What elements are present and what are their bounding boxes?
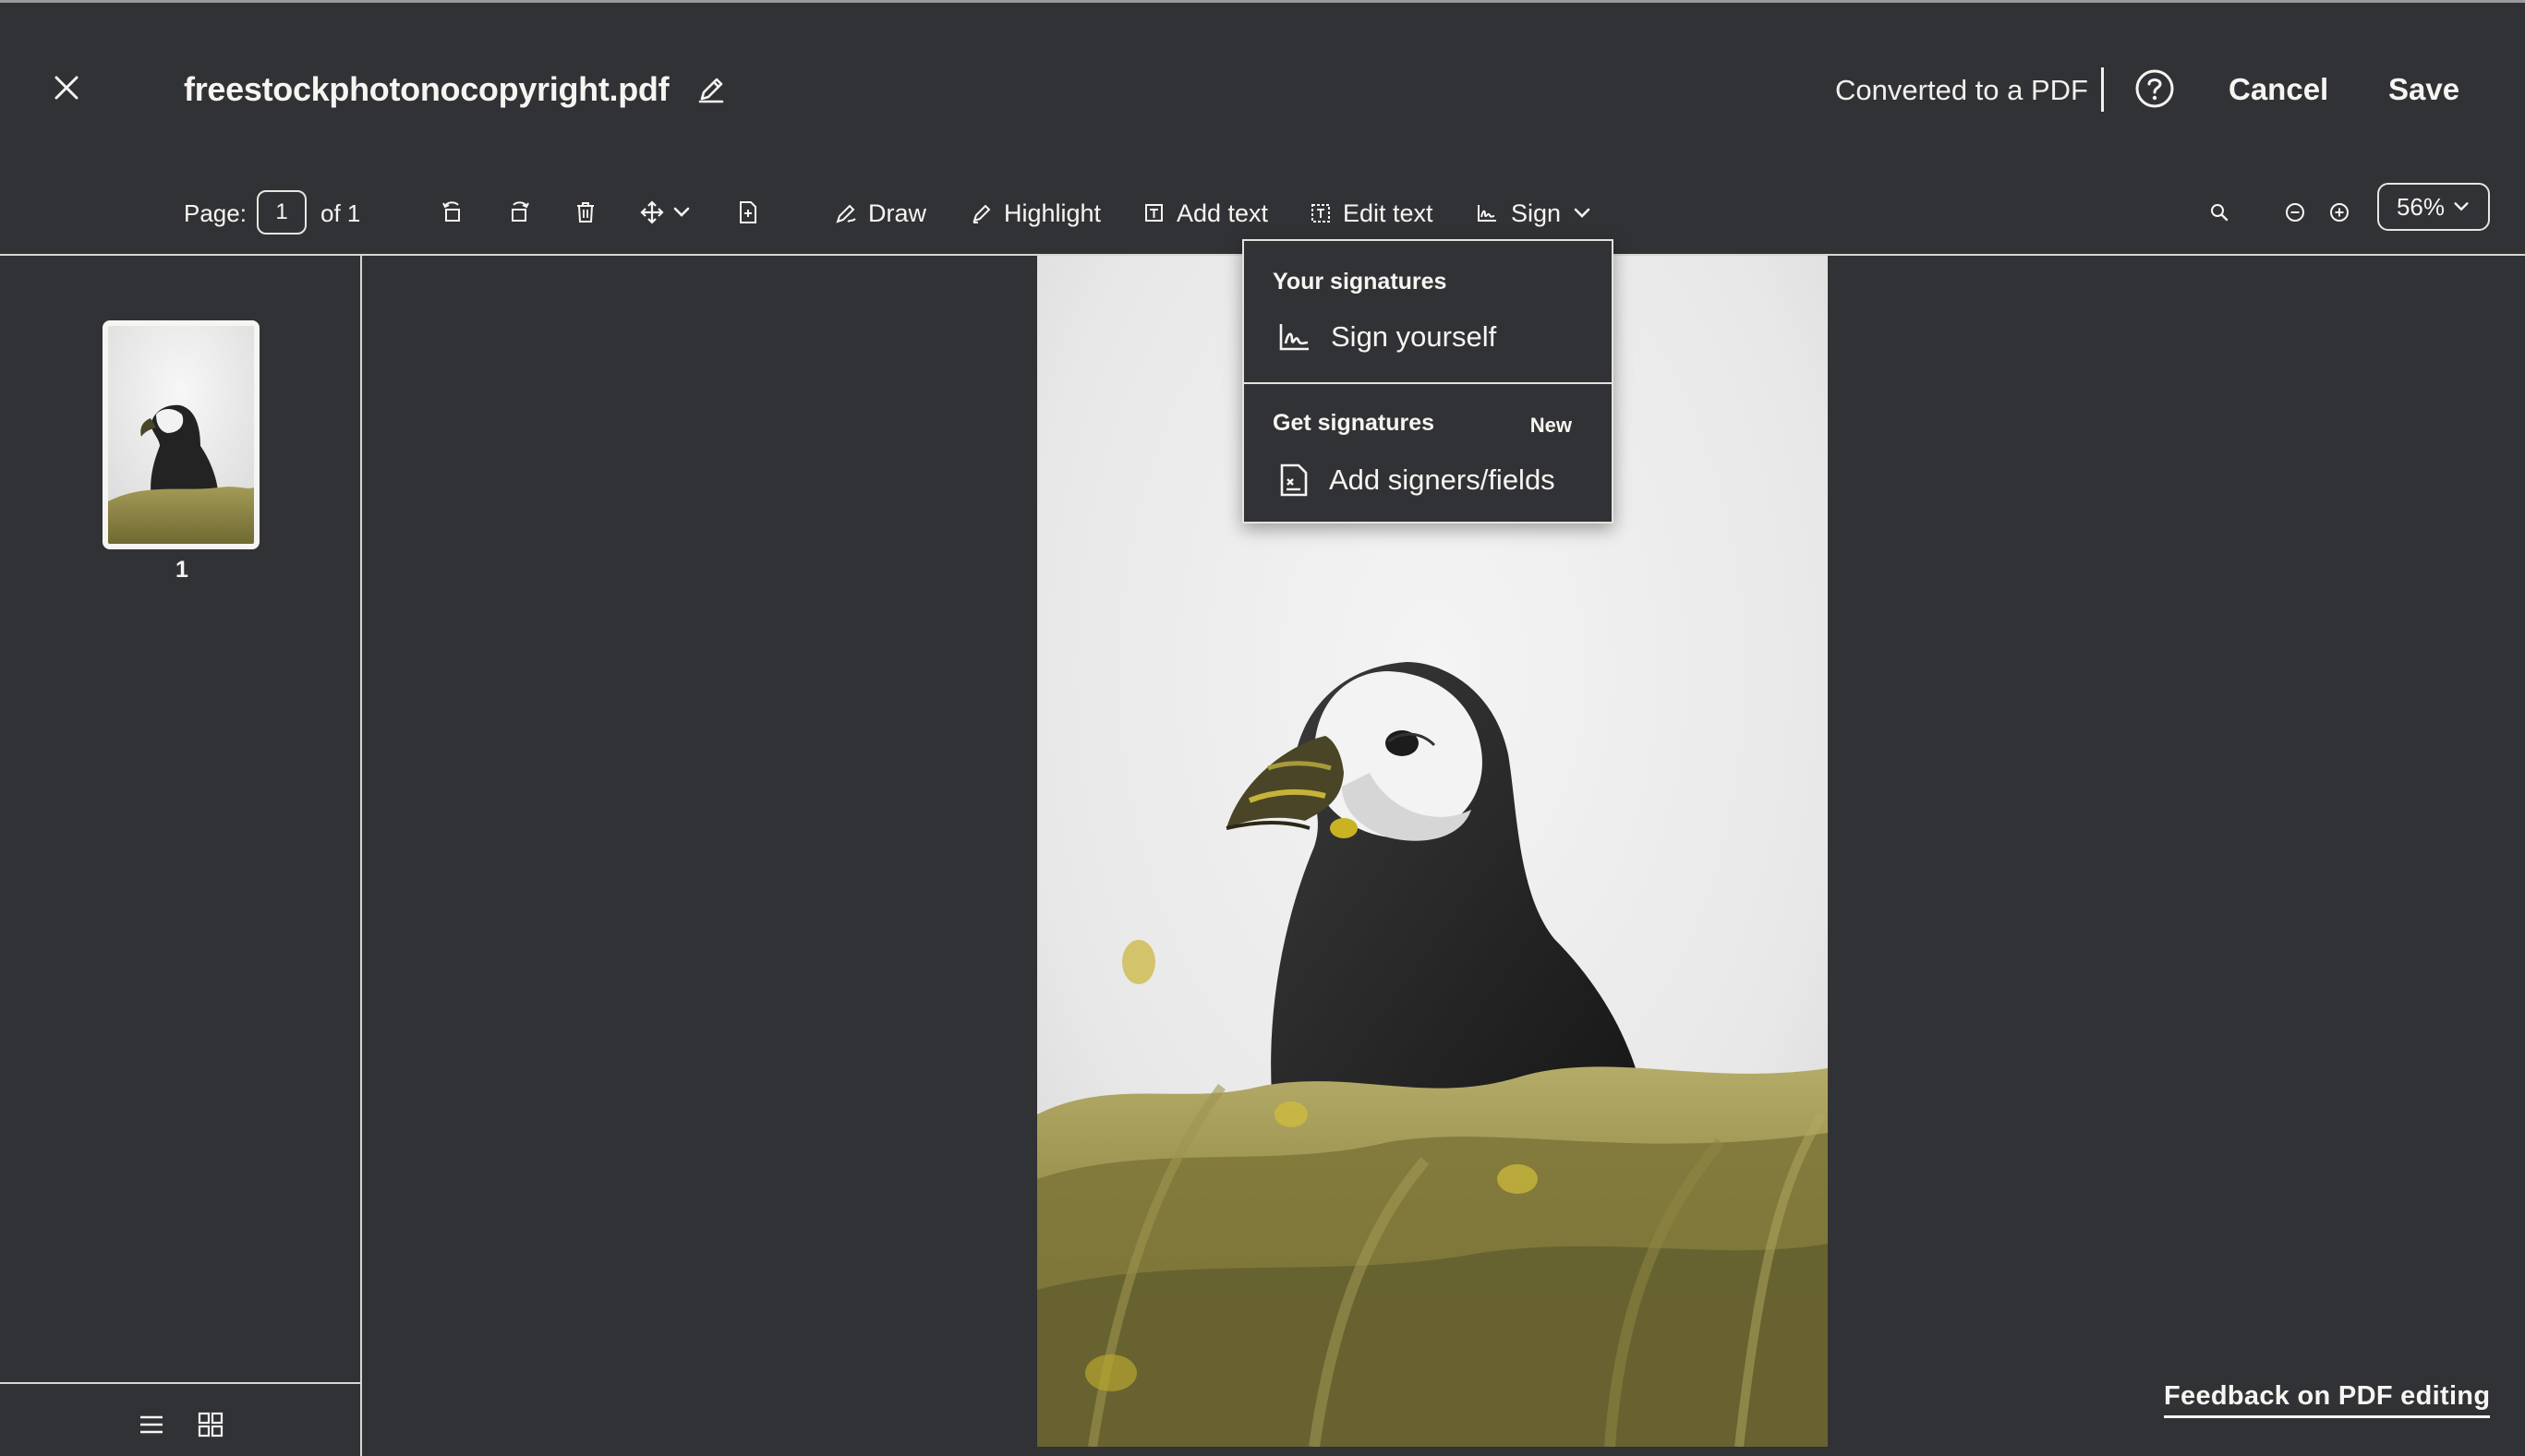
grid-view-button[interactable] <box>192 1406 229 1443</box>
move-page-dropdown[interactable] <box>634 194 698 231</box>
zoom-value: 56% <box>2396 192 2446 221</box>
rotate-left-icon <box>442 201 460 222</box>
puffin-thumbnail-image <box>108 326 254 544</box>
insert-page-icon <box>740 201 756 223</box>
zoom-level-select[interactable]: 56% <box>2377 183 2490 231</box>
help-icon <box>2135 69 2174 108</box>
your-signatures-heading: Your signatures <box>1273 269 1447 295</box>
feedback-link[interactable]: Feedback on PDF editing <box>2164 1381 2491 1418</box>
page-number-input[interactable] <box>257 190 307 235</box>
add-signers-icon <box>1280 463 1308 497</box>
edit-text-button[interactable]: Edit text <box>1310 192 1433 235</box>
add-signers-option[interactable]: Add signers/fields <box>1277 463 1555 498</box>
sign-yourself-label: Sign yourself <box>1331 320 1497 353</box>
add-signers-label: Add signers/fields <box>1329 463 1555 496</box>
page-thumbnail[interactable] <box>103 320 260 549</box>
draw-label: Draw <box>868 199 927 227</box>
add-text-label: Add text <box>1177 199 1269 227</box>
page-count: of 1 <box>320 199 361 227</box>
cancel-button[interactable]: Cancel <box>2229 69 2328 110</box>
add-text-button[interactable]: Add text <box>1143 192 1268 235</box>
zoom-out-icon <box>2286 203 2304 222</box>
add-text-icon <box>1145 204 1163 222</box>
get-signatures-heading: Get signatures <box>1273 410 1435 436</box>
close-button[interactable] <box>46 67 87 108</box>
new-badge: New <box>1529 414 1572 437</box>
menu-divider <box>1244 382 1612 384</box>
search-button[interactable] <box>2201 194 2238 231</box>
search-icon <box>2211 204 2229 222</box>
help-button[interactable] <box>2133 67 2176 110</box>
rotate-left-button[interactable] <box>434 194 471 231</box>
highlighter-icon <box>973 204 991 223</box>
sign-yourself-option[interactable]: Sign yourself <box>1277 320 1496 354</box>
chevron-down-icon <box>2454 202 2469 211</box>
trash-icon <box>577 202 594 223</box>
signature-icon <box>1478 205 1496 222</box>
pdf-editor-app: freestockphotonocopyright.pdf Converted … <box>0 0 2525 1456</box>
chevron-down-icon <box>673 207 690 217</box>
list-view-icon <box>140 1415 163 1434</box>
list-view-button[interactable] <box>133 1406 170 1443</box>
sign-dropdown-button[interactable]: Sign <box>1476 192 1592 235</box>
edit-text-icon <box>1311 204 1330 223</box>
move-icon <box>640 200 664 224</box>
conversion-status: Converted to a PDF <box>1835 74 2088 106</box>
rename-button[interactable] <box>692 70 731 109</box>
page-label: Page: <box>184 199 247 227</box>
highlight-button[interactable]: Highlight <box>971 192 1101 235</box>
save-button[interactable]: Save <box>2388 69 2459 110</box>
highlight-label: Highlight <box>1004 199 1102 227</box>
edit-text-label: Edit text <box>1343 199 1433 227</box>
chevron-down-icon <box>1574 208 1590 218</box>
sidebar-footer <box>0 1382 360 1456</box>
draw-button[interactable]: Draw <box>835 192 926 235</box>
zoom-out-button[interactable] <box>2277 194 2314 231</box>
zoom-in-icon <box>2330 203 2349 222</box>
sign-dropdown-menu: Your signatures Sign yourself Get signat… <box>1242 239 1613 523</box>
rotate-right-button[interactable] <box>501 194 538 231</box>
draw-icon <box>836 204 856 223</box>
delete-page-button[interactable] <box>567 194 604 231</box>
header-bar: freestockphotonocopyright.pdf Converted … <box>0 3 2525 174</box>
thumbnail-page-number: 1 <box>175 557 188 583</box>
grid-view-icon <box>198 1412 224 1438</box>
pencil-icon <box>698 78 724 103</box>
status-divider <box>2101 67 2104 112</box>
close-icon <box>54 76 79 100</box>
insert-page-button[interactable] <box>730 194 767 231</box>
page-thumbnail-sidebar: 1 <box>0 256 362 1456</box>
rotate-right-icon <box>512 201 529 222</box>
signature-icon <box>1279 324 1309 351</box>
sign-label: Sign <box>1511 199 1562 227</box>
zoom-in-button[interactable] <box>2321 194 2358 231</box>
file-name: freestockphotonocopyright.pdf <box>184 70 670 108</box>
